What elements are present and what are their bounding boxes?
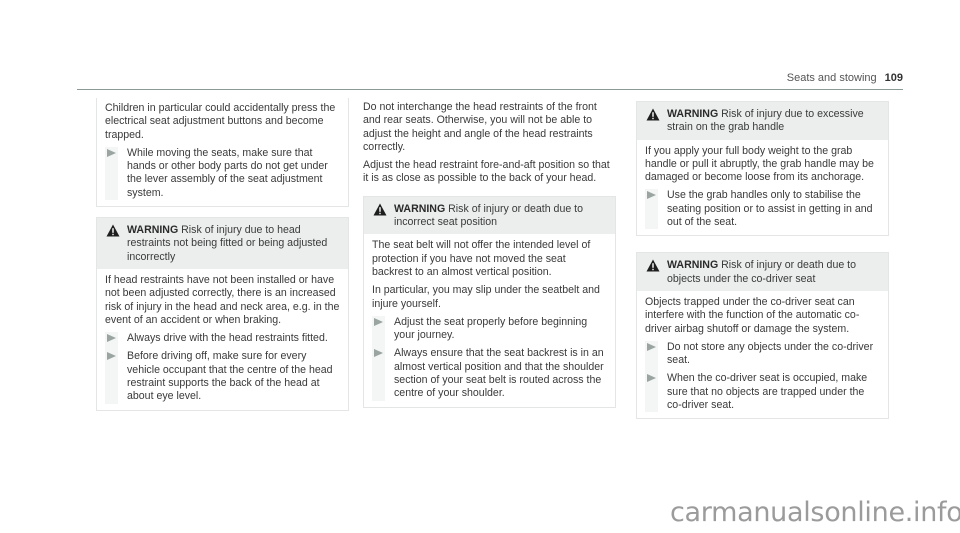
warning-body-text: If you apply your full body weight to th… bbox=[645, 144, 874, 184]
column-3: WARNING Risk of injury due to excessive … bbox=[636, 101, 889, 429]
trap-hazard-steps: While moving the seats, make sure that h… bbox=[105, 146, 340, 201]
warning-body: If head restraints have not been install… bbox=[97, 269, 348, 410]
warning-header: WARNING Risk of injury or death due to o… bbox=[637, 253, 888, 291]
step-item: Always drive with the head restraints fi… bbox=[105, 332, 340, 351]
warning-body-text: If head restraints have not been install… bbox=[105, 273, 340, 326]
step-item: Always ensure that the seat backrest is … bbox=[372, 347, 607, 401]
paragraph-adjust: Adjust the head restraint fore-and-aft p… bbox=[363, 159, 610, 185]
warning-header: WARNING Risk of injury or death due to i… bbox=[364, 196, 615, 235]
warning-label: WARNING bbox=[667, 108, 719, 120]
warning-body-text: The seat belt will not offer the intende… bbox=[372, 239, 591, 278]
warning-header: WARNING Risk of injury due to head restr… bbox=[97, 218, 348, 269]
warning-steps: Use the grab handles only to stabilise t… bbox=[645, 189, 880, 230]
arrow-right-icon bbox=[107, 148, 116, 157]
step-item: Use the grab handles only to stabilise t… bbox=[645, 189, 880, 230]
warning-box-codriver-seat: WARNING Risk of injury or death due to o… bbox=[636, 252, 889, 420]
warning-label: WARNING bbox=[127, 224, 179, 237]
warning-triangle-icon bbox=[646, 108, 660, 121]
warning-steps: Always drive with the head restraints fi… bbox=[105, 332, 340, 404]
warning-label: WARNING bbox=[667, 259, 719, 272]
trap-hazard-box: Children in particular could accidentall… bbox=[96, 98, 349, 208]
step-item: Adjust the seat properly before beginnin… bbox=[372, 315, 607, 347]
warning-body: The seat belt will not offer the intende… bbox=[364, 234, 615, 406]
warning-triangle-icon bbox=[106, 224, 120, 237]
section-title: Seats and stowing bbox=[786, 72, 877, 84]
step-item: Before driving off, make sure for every … bbox=[105, 350, 340, 404]
arrow-right-icon bbox=[374, 349, 383, 358]
warning-body: Objects trapped under the co-driver seat… bbox=[637, 291, 888, 418]
header-rule bbox=[77, 89, 903, 90]
warning-header: WARNING Risk of injury due to excessive … bbox=[637, 102, 888, 140]
warning-triangle-icon bbox=[646, 259, 660, 272]
step-item: While moving the seats, make sure that h… bbox=[105, 146, 340, 201]
column-2: Do not interchange the head restraints o… bbox=[363, 101, 616, 418]
arrow-right-icon bbox=[107, 352, 116, 361]
warning-body-text: In particular, you may slip under the se… bbox=[372, 284, 600, 310]
warning-box-grab-handle: WARNING Risk of injury due to excessive … bbox=[636, 101, 889, 237]
arrow-right-icon bbox=[107, 334, 116, 343]
warning-label: WARNING bbox=[394, 202, 446, 215]
warning-body-text: Objects trapped under the co-driver seat… bbox=[645, 295, 860, 335]
arrow-right-icon bbox=[647, 342, 656, 351]
warning-steps: Do not store any objects under the co-dr… bbox=[645, 340, 880, 413]
column-1: Children in particular could accidentall… bbox=[96, 98, 349, 421]
arrow-right-icon bbox=[374, 317, 383, 326]
warning-steps: Adjust the seat properly before beginnin… bbox=[372, 315, 607, 401]
running-head: Seats and stowing 109 bbox=[787, 72, 903, 84]
watermark: carmanualsonline.info bbox=[670, 497, 960, 528]
arrow-right-icon bbox=[647, 191, 656, 200]
warning-box-seat-position: WARNING Risk of injury or death due to i… bbox=[363, 195, 616, 408]
warning-body: If you apply your full body weight to th… bbox=[637, 140, 888, 236]
arrow-right-icon bbox=[647, 374, 656, 383]
warning-triangle-icon bbox=[373, 203, 387, 216]
step-item: Do not store any objects under the co-dr… bbox=[645, 340, 880, 372]
page-number: 109 bbox=[884, 72, 903, 84]
warning-box-head-restraints: WARNING Risk of injury due to head restr… bbox=[96, 217, 349, 411]
step-item: When the co-driver seat is occupied, mak… bbox=[645, 372, 880, 413]
paragraph-interchange: Do not interchange the head restraints o… bbox=[363, 101, 597, 153]
trap-hazard-text: Children in particular could accidentall… bbox=[105, 102, 336, 141]
